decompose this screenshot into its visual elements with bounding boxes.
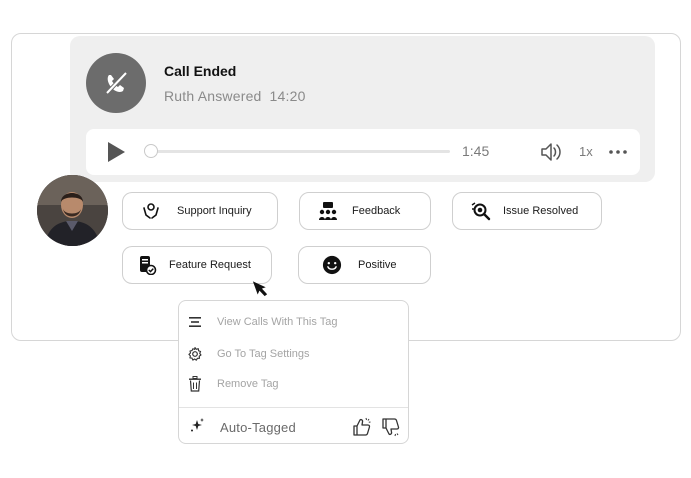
menu-item-remove-tag[interactable]: Remove Tag [187,373,401,395]
issue-search-icon [471,201,491,221]
tag-label: Issue Resolved [503,205,579,217]
menu-item-tag-settings[interactable]: Go To Tag Settings [187,343,401,365]
answered-by-text: Ruth Answered [164,88,262,104]
feedback-people-icon [318,201,338,221]
menu-divider [179,407,408,408]
menu-item-label: Go To Tag Settings [217,348,310,360]
thumbs-up-button[interactable] [352,417,372,437]
tag-label: Support Inquiry [177,205,252,217]
tag-feature-request[interactable]: Feature Request [122,246,272,284]
thumbs-up-icon [353,417,371,436]
list-lines-icon [187,314,203,330]
feature-check-icon [137,255,157,275]
tag-label: Positive [358,259,397,271]
thumbs-down-button[interactable] [381,417,401,437]
play-button[interactable] [104,140,128,164]
audio-player: 1:45 1x [86,129,640,175]
smile-icon [322,255,342,275]
tag-label: Feature Request [169,259,251,271]
call-time: 14:20 [269,88,306,104]
play-icon [108,142,125,162]
thumbs-down-icon [382,418,400,437]
tag-issue-resolved[interactable]: Issue Resolved [452,192,602,230]
volume-button[interactable] [540,141,564,163]
avatar [37,175,108,246]
more-options-button[interactable] [608,143,628,161]
playback-speed-button[interactable]: 1x [579,144,593,159]
progress-track[interactable] [151,150,450,153]
support-hands-icon [141,201,161,221]
duration-text: 1:45 [462,143,490,159]
tag-positive[interactable]: Positive [298,246,431,284]
menu-item-label: View Calls With This Tag [217,316,338,328]
auto-tagged-label: Auto-Tagged [220,419,296,435]
trash-icon [187,376,203,392]
call-details: Ruth Answered 14:20 [164,88,306,104]
tag-context-menu: View Calls With This Tag Go To Tag Setti… [178,300,409,444]
more-dots-icon [609,150,627,154]
gear-icon [187,346,203,362]
volume-icon [541,143,561,161]
phone-ended-icon [86,53,146,113]
sparkle-icon [189,417,205,438]
call-status-title: Call Ended [164,63,237,79]
progress-handle[interactable] [144,144,158,158]
menu-item-label: Remove Tag [217,378,279,390]
auto-tagged-row: Auto-Tagged [189,416,401,438]
menu-item-view-calls[interactable]: View Calls With This Tag [187,311,401,333]
tag-label: Feedback [352,205,401,217]
tag-support-inquiry[interactable]: Support Inquiry [122,192,278,230]
tag-feedback[interactable]: Feedback [299,192,431,230]
